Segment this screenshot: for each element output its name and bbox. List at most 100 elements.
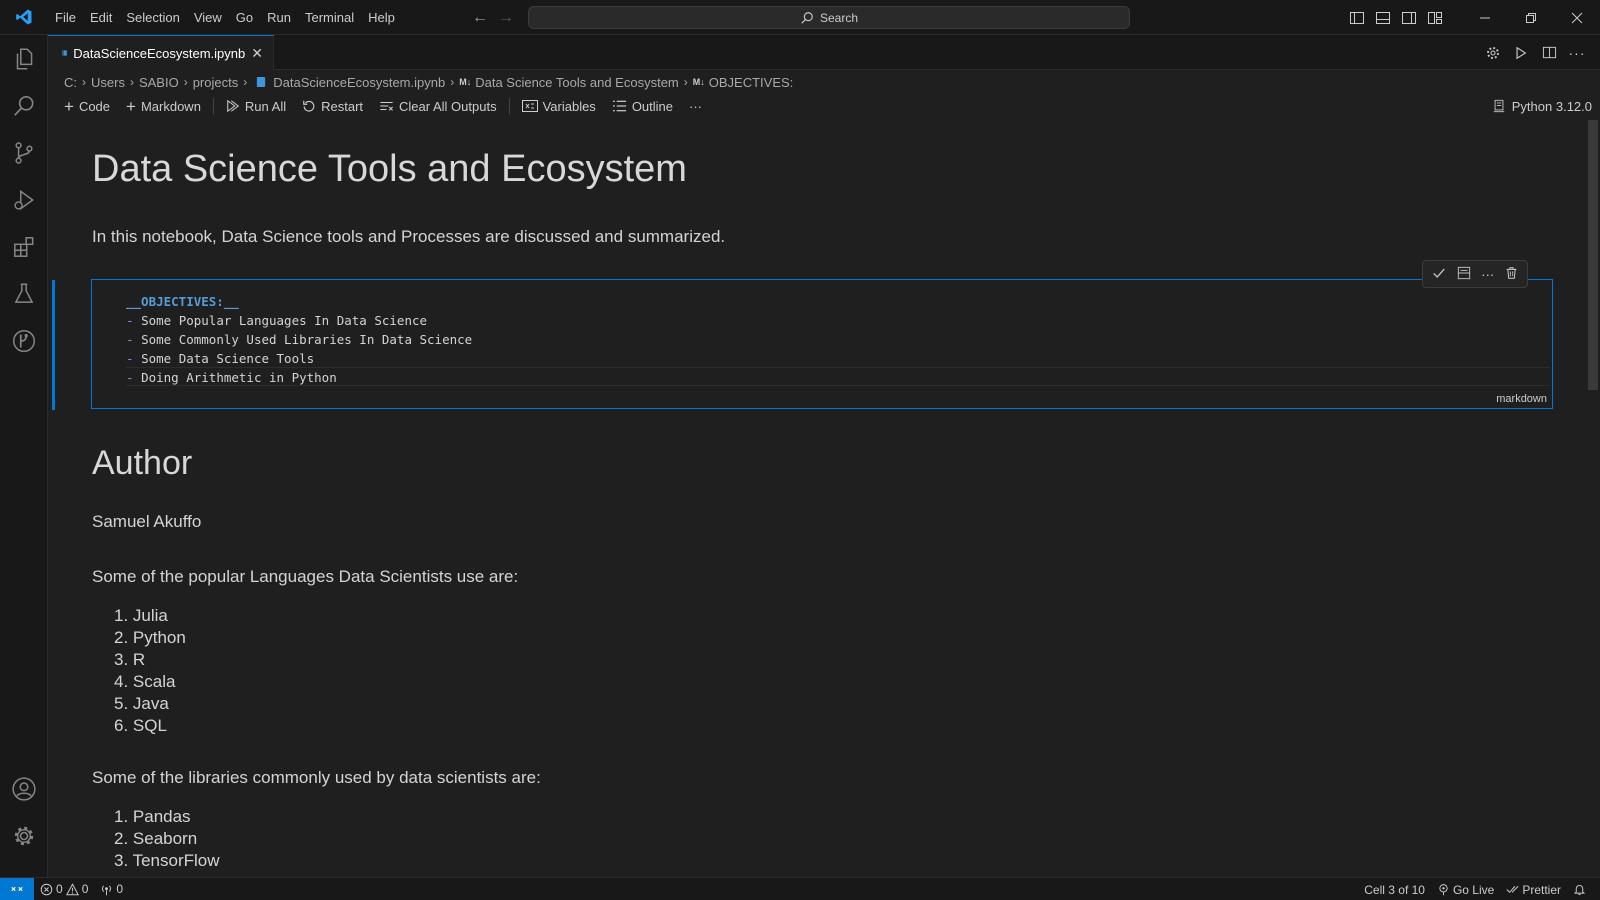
- accounts-icon[interactable]: [0, 765, 48, 813]
- breadcrumb-drive[interactable]: C:: [64, 75, 77, 90]
- code-line-3: Some Commonly Used Libraries In Data Sci…: [141, 332, 473, 347]
- more-actions-icon[interactable]: ···: [1568, 44, 1586, 62]
- plus-icon: +: [64, 96, 74, 116]
- menu-view[interactable]: View: [187, 0, 229, 35]
- cell-toolbar: ···: [1422, 260, 1528, 288]
- prettier-button[interactable]: Prettier: [1500, 878, 1567, 900]
- testing-flask-icon[interactable]: [0, 270, 48, 318]
- list-item: 5. Java: [114, 694, 169, 713]
- settings-gear-icon[interactable]: [0, 812, 48, 860]
- go-live-button[interactable]: Go Live: [1431, 878, 1500, 900]
- outline-list-icon: [612, 100, 626, 112]
- list-item: 6. SQL: [114, 716, 167, 735]
- close-tab-icon[interactable]: ✕: [251, 45, 263, 62]
- status-bar-right: Cell 3 of 10 Go Live Prettier: [1358, 878, 1592, 900]
- navigation-arrows: ← →: [472, 0, 514, 35]
- notifications-bell-icon[interactable]: [1567, 878, 1592, 900]
- breadcrumb-user[interactable]: SABIO: [139, 75, 179, 90]
- author-name: Samuel Akuffo: [92, 512, 202, 531]
- toolbar-divider: [212, 98, 214, 114]
- ports-count: 0: [116, 882, 124, 896]
- more-cell-actions-icon[interactable]: ···: [1481, 267, 1494, 282]
- breadcrumb-folder[interactable]: projects: [193, 75, 239, 90]
- breadcrumb-file[interactable]: DataScienceEcosystem.ipynb: [273, 75, 445, 90]
- vertical-scrollbar[interactable]: [1586, 118, 1600, 880]
- customize-layout-icon[interactable]: [1422, 0, 1448, 35]
- toggle-primary-sidebar-icon[interactable]: [1344, 0, 1370, 35]
- editor-tab-bar: DataScienceEcosystem.ipynb ✕ ···: [48, 35, 1600, 70]
- chevron-right-icon: ›: [82, 75, 86, 89]
- markdown-cell-editor[interactable]: __OBJECTIVES:__ - Some Popular Languages…: [91, 279, 1553, 409]
- run-and-debug-icon[interactable]: [0, 176, 48, 224]
- run-all-label: Run All: [244, 98, 287, 114]
- variables-button[interactable]: Variables: [514, 95, 604, 117]
- notebook-title: Data Science Tools and Ecosystem: [92, 148, 687, 190]
- cell-position[interactable]: Cell 3 of 10: [1358, 878, 1431, 900]
- menu-edit[interactable]: Edit: [83, 0, 119, 35]
- forward-arrow-icon[interactable]: →: [498, 9, 514, 27]
- menu-file[interactable]: File: [48, 0, 83, 35]
- more-toolbar-actions-button[interactable]: ···: [681, 95, 710, 117]
- breadcrumb-users[interactable]: Users: [91, 75, 125, 90]
- problems-indicator[interactable]: 0 0: [34, 878, 94, 900]
- restore-icon[interactable]: [1508, 0, 1554, 35]
- restart-button[interactable]: Restart: [294, 95, 371, 117]
- window-controls: [1344, 0, 1600, 35]
- editor-actions: ···: [1484, 35, 1586, 70]
- tab-datascienceecosystem[interactable]: DataScienceEcosystem.ipynb ✕: [48, 35, 274, 70]
- libraries-intro: Some of the libraries commonly used by d…: [92, 768, 541, 787]
- add-code-cell-button[interactable]: + Code: [56, 95, 118, 117]
- close-window-icon[interactable]: [1554, 0, 1600, 35]
- split-cell-icon[interactable]: [1457, 266, 1471, 283]
- git-graph-icon[interactable]: [0, 317, 48, 365]
- breadcrumb-section[interactable]: OBJECTIVES:: [709, 75, 794, 90]
- clear-all-outputs-button[interactable]: Clear All Outputs: [371, 95, 505, 117]
- chevron-right-icon: ›: [450, 75, 455, 89]
- back-arrow-icon[interactable]: ←: [472, 9, 488, 27]
- minimize-icon[interactable]: [1462, 0, 1508, 35]
- breadcrumb-heading[interactable]: Data Science Tools and Ecosystem: [475, 75, 679, 90]
- toggle-panel-icon[interactable]: [1370, 0, 1396, 35]
- plus-icon: +: [126, 96, 136, 116]
- toggle-secondary-sidebar-icon[interactable]: [1396, 0, 1422, 35]
- delete-cell-trash-icon[interactable]: [1505, 266, 1518, 283]
- extensions-icon[interactable]: [0, 223, 48, 271]
- check-icon[interactable]: [1432, 266, 1446, 283]
- status-bar: 0 0 0 Cell 3 of 10 Go Live Prettier: [0, 877, 1600, 900]
- activity-bar: [0, 35, 48, 880]
- restart-label: Restart: [321, 98, 364, 114]
- search-icon[interactable]: [0, 82, 48, 130]
- notebook-settings-gear-icon[interactable]: [1484, 44, 1502, 62]
- kernel-server-icon: [1493, 99, 1505, 113]
- explorer-icon[interactable]: [0, 35, 48, 83]
- go-live-label: Go Live: [1452, 882, 1495, 897]
- code-line-2: Some Popular Languages In Data Science: [141, 313, 428, 328]
- warning-icon: [65, 882, 79, 895]
- add-markdown-cell-button[interactable]: + Markdown: [118, 95, 209, 117]
- source-control-icon[interactable]: [0, 129, 48, 177]
- menu-terminal[interactable]: Terminal: [298, 0, 361, 35]
- tab-title: DataScienceEcosystem.ipynb: [73, 45, 246, 61]
- outline-button[interactable]: Outline: [604, 95, 681, 117]
- breadcrumb: C: › Users › SABIO › projects › DataScie…: [64, 71, 793, 93]
- ports-indicator[interactable]: 0: [94, 878, 129, 900]
- cell-source[interactable]: __OBJECTIVES:__ - Some Popular Languages…: [126, 292, 472, 387]
- menu-help[interactable]: Help: [361, 0, 402, 35]
- split-editor-icon[interactable]: [1540, 44, 1558, 62]
- variables-label: Variables: [542, 98, 596, 114]
- menu-go[interactable]: Go: [229, 0, 260, 35]
- run-icon[interactable]: [1512, 44, 1530, 62]
- chevron-right-icon: ›: [683, 75, 688, 89]
- clear-all-label: Clear All Outputs: [399, 98, 497, 114]
- menu-selection[interactable]: Selection: [119, 0, 186, 35]
- command-center-search[interactable]: Search: [528, 6, 1130, 29]
- menu-run[interactable]: Run: [260, 0, 298, 35]
- cell-language-indicator[interactable]: markdown: [1496, 393, 1547, 405]
- remote-indicator-icon[interactable]: [0, 877, 34, 900]
- list-item: 1. Julia: [114, 606, 168, 625]
- scrollbar-thumb[interactable]: [1588, 120, 1598, 390]
- run-all-button[interactable]: Run All: [218, 95, 294, 117]
- clear-all-icon: [380, 101, 394, 111]
- markdown-symbol-icon: M↓: [692, 77, 705, 87]
- kernel-picker[interactable]: Python 3.12.0: [1492, 94, 1592, 118]
